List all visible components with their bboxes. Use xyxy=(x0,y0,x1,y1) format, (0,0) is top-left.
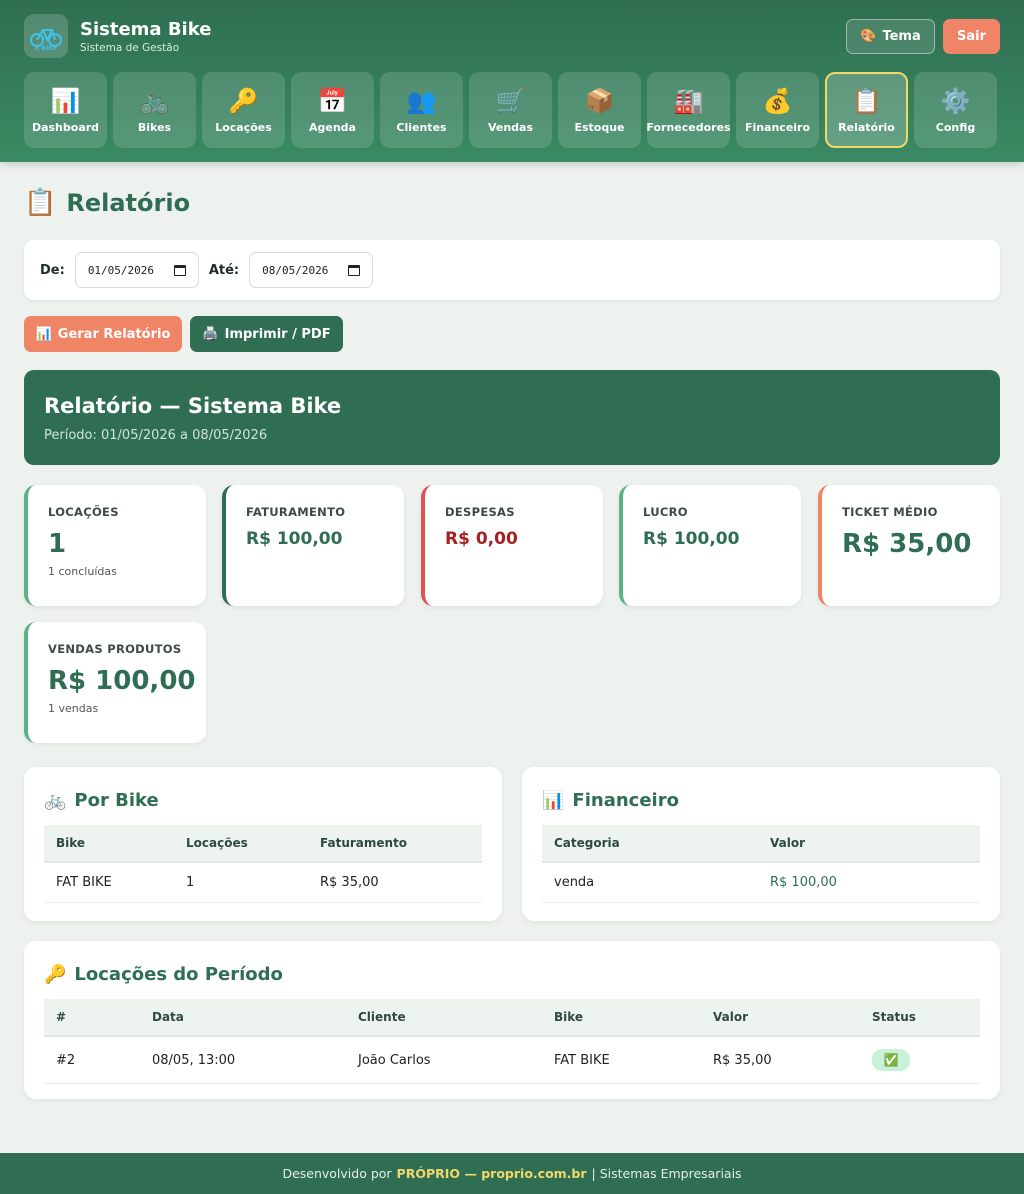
column-header: # xyxy=(44,999,140,1037)
nav-fornecedores[interactable]: 🏭 Fornecedores xyxy=(646,72,731,148)
nav-dashboard[interactable]: 📊 Dashboard xyxy=(24,72,107,148)
page-title: 📋 Relatório xyxy=(24,188,191,218)
palette-icon: 🎨 xyxy=(860,28,877,44)
stat-value: R$ 100,00 xyxy=(246,529,343,549)
stat-faturamento: FATURAMENTO R$ 100,00 xyxy=(222,485,404,606)
from-date-input[interactable]: 01/05/2026 xyxy=(74,252,199,288)
nav-estoque[interactable]: 📦 Estoque xyxy=(558,72,641,148)
column-header: Data xyxy=(140,999,346,1037)
nav-relatorio[interactable]: 📋 Relatório xyxy=(825,72,908,148)
column-header: Categoria xyxy=(542,825,758,863)
money-bag-icon: 💰 xyxy=(762,86,793,115)
footer-brand-link[interactable]: PRÓPRIO — proprio.com.br xyxy=(397,1166,587,1181)
logout-button[interactable]: Sair xyxy=(943,18,1000,54)
chart-icon: 📊 xyxy=(50,86,81,115)
chart-icon: 📊 xyxy=(35,326,52,342)
print-pdf-button[interactable]: 🖨️ Imprimir / PDF xyxy=(190,316,343,352)
report-period: Período: 01/05/2026 a 08/05/2026 xyxy=(44,428,268,443)
por-bike-panel: 🚲 Por Bike Bike Locações Faturamento FAT… xyxy=(24,767,502,921)
stat-value: R$ 100,00 xyxy=(643,529,740,549)
app-logo: E-BIKE xyxy=(24,14,68,58)
stat-sub: 1 concluídas xyxy=(48,565,117,578)
panel-title: 🔑 Locações do Período xyxy=(44,963,283,985)
stat-value: 1 xyxy=(48,529,67,559)
svg-text:E-BIKE: E-BIKE xyxy=(35,45,57,51)
generate-report-button[interactable]: 📊 Gerar Relatório xyxy=(24,316,182,352)
stat-sub: 1 vendas xyxy=(48,702,99,715)
bicycle-icon: 🚲 xyxy=(139,86,170,115)
stat-vendas-produtos: VENDAS PRODUTOS R$ 100,00 1 vendas xyxy=(24,622,206,743)
clipboard-icon: 📋 xyxy=(24,188,57,218)
app-subtitle: Sistema de Gestão xyxy=(80,41,180,54)
key-icon: 🔑 xyxy=(228,86,259,115)
clipboard-icon: 📋 xyxy=(851,86,882,115)
report-title: Relatório — Sistema Bike xyxy=(44,394,342,418)
table-row[interactable]: #2 08/05, 13:00 João Carlos FAT BIKE R$ … xyxy=(44,1036,980,1084)
date-filter: De: 01/05/2026 Até: 08/05/2026 xyxy=(24,240,1000,300)
factory-icon: 🏭 xyxy=(673,86,704,115)
chart-icon: 📊 xyxy=(542,789,565,811)
stat-locacoes: LOCAÇÕES 1 1 concluídas xyxy=(24,485,206,606)
gear-icon: ⚙️ xyxy=(940,86,971,115)
theme-button[interactable]: 🎨 Tema xyxy=(846,18,935,54)
to-label: Até: xyxy=(208,262,240,278)
column-header: Cliente xyxy=(346,999,542,1037)
calendar-icon xyxy=(348,264,361,276)
column-header: Bike xyxy=(542,999,701,1037)
column-header: Bike xyxy=(44,825,174,863)
stat-despesas: DESPESAS R$ 0,00 xyxy=(421,485,603,606)
app-header: E-BIKE Sistema Bike Sistema de Gestão 🎨 … xyxy=(0,0,1024,162)
main-nav: 📊 Dashboard 🚲 Bikes 🔑 Locações 📅 Agenda 👥 Cli… xyxy=(24,72,1000,148)
nav-financeiro[interactable]: 💰 Financeiro xyxy=(736,72,819,148)
table-row: FAT BIKE 1 R$ 35,00 xyxy=(44,862,482,903)
status-badge: ✅ xyxy=(872,1049,910,1071)
stat-lucro: LUCRO R$ 100,00 xyxy=(619,485,801,606)
column-header: Valor xyxy=(758,825,980,863)
column-header: Status xyxy=(860,999,980,1037)
nav-config[interactable]: ⚙️ Config xyxy=(914,72,997,148)
panel-title: 🚲 Por Bike xyxy=(44,789,159,811)
panel-title: 📊 Financeiro xyxy=(542,789,679,811)
from-label: De: xyxy=(40,262,65,278)
nav-agenda[interactable]: 📅 Agenda xyxy=(291,72,374,148)
nav-locacoes[interactable]: 🔑 Locações xyxy=(202,72,285,148)
printer-icon: 🖨️ xyxy=(202,326,219,342)
por-bike-table: Bike Locações Faturamento FAT BIKE 1 R$ … xyxy=(44,825,482,903)
column-header: Locações xyxy=(174,825,308,863)
stat-value: R$ 100,00 xyxy=(48,666,196,696)
footer: Desenvolvido por PRÓPRIO — proprio.com.b… xyxy=(0,1153,1024,1194)
report-banner: Relatório — Sistema Bike Período: 01/05/… xyxy=(24,370,1000,465)
box-icon: 📦 xyxy=(584,86,615,115)
to-date-input[interactable]: 08/05/2026 xyxy=(249,252,374,288)
stat-value: R$ 35,00 xyxy=(842,529,972,559)
key-icon: 🔑 xyxy=(44,963,67,985)
table-row: venda R$ 100,00 xyxy=(542,862,980,903)
stat-ticket-medio: TICKET MÉDIO R$ 35,00 xyxy=(818,485,1000,606)
users-icon: 👥 xyxy=(406,86,437,115)
stat-value: R$ 0,00 xyxy=(445,529,518,549)
calendar-icon: 📅 xyxy=(317,86,348,115)
locacoes-table: # Data Cliente Bike Valor Status #2 08/0… xyxy=(44,999,980,1084)
locacoes-periodo-panel: 🔑 Locações do Período # Data Cliente Bik… xyxy=(24,941,1000,1099)
column-header: Faturamento xyxy=(308,825,482,863)
bicycle-icon: 🚲 xyxy=(44,789,67,811)
financeiro-panel: 📊 Financeiro Categoria Valor venda R$ 10… xyxy=(522,767,1000,921)
cart-icon: 🛒 xyxy=(495,86,526,115)
financeiro-table: Categoria Valor venda R$ 100,00 xyxy=(542,825,980,903)
app-title: Sistema Bike xyxy=(80,18,212,40)
nav-bikes[interactable]: 🚲 Bikes xyxy=(113,72,196,148)
nav-clientes[interactable]: 👥 Clientes xyxy=(380,72,463,148)
calendar-icon xyxy=(173,264,186,276)
column-header: Valor xyxy=(701,999,860,1037)
nav-vendas[interactable]: 🛒 Vendas xyxy=(469,72,552,148)
